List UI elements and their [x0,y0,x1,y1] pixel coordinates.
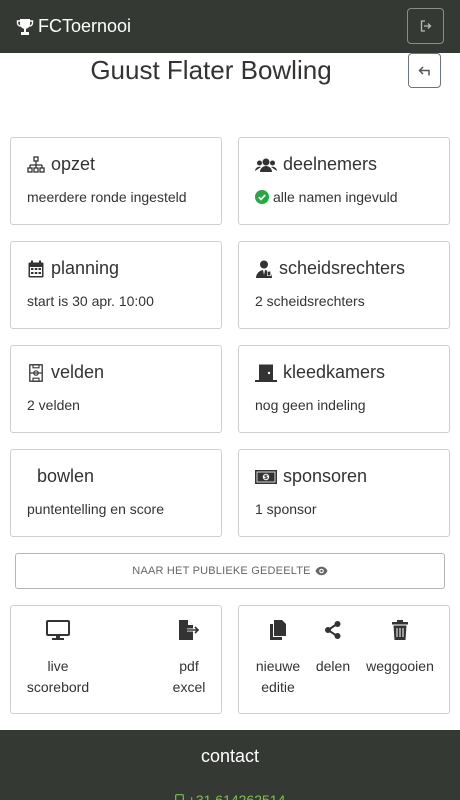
delete-button[interactable]: weggooien [363,620,437,677]
brand-text: FCToernooi [38,16,132,36]
door-closed-icon [255,364,277,382]
action-line1: pdf [179,658,199,674]
card-planning[interactable]: planning start is 30 apr. 10:00 [10,241,222,329]
action-line2: excel [172,679,206,695]
phone-number: +31 614262514 [187,792,286,800]
user-tie-icon [255,260,273,278]
bowling-icon [27,468,31,486]
sign-out-icon [420,20,431,32]
logout-button[interactable] [407,8,444,44]
back-button[interactable] [408,53,441,88]
card-subtitle: 2 scheidsrechters [255,293,365,309]
card-title: kleedkamers [283,362,386,382]
action-line1: nieuwe [255,658,301,674]
sitemap-icon [27,155,45,174]
action-line1: weggooien [366,658,434,674]
card-bowlen[interactable]: bowlen puntentelling en score [10,449,222,537]
card-title: scheidsrechters [279,258,406,278]
reply-icon [417,65,430,75]
money-bill-icon: $ [255,468,277,486]
action-line2: editie [261,679,295,695]
action-line2: scorebord [26,679,90,695]
card-title: velden [51,362,105,382]
card-velden[interactable]: velden 2 velden [10,345,222,433]
calendar-icon [27,260,45,278]
card-subtitle: start is 30 apr. 10:00 [27,293,154,309]
card-title: planning [51,258,120,278]
card-subtitle: puntentelling en score [27,501,164,517]
card-kleedkamers[interactable]: kleedkamers nog geen indeling [238,345,450,433]
card-title: sponsoren [283,466,368,486]
action-line1: delen [315,658,351,674]
navbar: FCToernooi [0,0,460,53]
desktop-icon [25,620,91,644]
card-subtitle: meerdere ronde ingesteld [27,189,187,205]
svg-text:$: $ [264,474,268,481]
live-scoreboard-button[interactable]: live scorebord [25,620,91,698]
card-deelnemers[interactable]: deelnemers alle namen ingevuld [238,137,450,225]
mobile-icon [174,794,184,800]
export-button[interactable]: pdf excel [161,620,217,698]
card-title: bowlen [37,466,95,486]
card-title: deelnemers [283,154,378,174]
trash-icon [363,620,437,644]
trophy-icon [16,18,34,35]
action-line1: live [47,658,69,674]
public-section-button[interactable]: NAAR HET PUBLIEKE GEDEELTE [15,553,445,589]
card-subtitle: alle namen ingevuld [273,189,398,205]
check-circle-icon [255,190,269,204]
footer: contact +31 614262514 [0,730,460,800]
display-actions: live scorebord pdf excel [10,605,222,714]
tournament-actions: nieuwe editie delen weggooien [238,605,450,714]
brand[interactable]: FCToernooi [16,16,131,37]
eye-icon [315,566,328,576]
file-export-icon [161,620,217,644]
share-button[interactable]: delen [311,620,355,677]
users-icon [255,156,277,174]
card-subtitle: 1 sponsor [255,501,317,517]
phone-link[interactable]: +31 614262514 [0,792,460,800]
public-section-label: NAAR HET PUBLIEKE GEDEELTE [132,565,311,577]
field-icon [27,363,45,382]
card-sponsoren[interactable]: $ sponsoren 1 sponsor [238,449,450,537]
page-title: Guust Flater Bowling [90,55,332,85]
new-edition-button[interactable]: nieuwe editie [253,620,303,698]
copy-icon [253,620,303,644]
card-subtitle: 2 velden [27,397,80,413]
card-subtitle: nog geen indeling [255,397,366,413]
card-title: opzet [51,154,96,174]
card-opzet[interactable]: opzet meerdere ronde ingesteld [10,137,222,225]
share-icon [311,620,355,644]
footer-title: contact [200,746,260,766]
card-scheidsrechters[interactable]: scheidsrechters 2 scheidsrechters [238,241,450,329]
